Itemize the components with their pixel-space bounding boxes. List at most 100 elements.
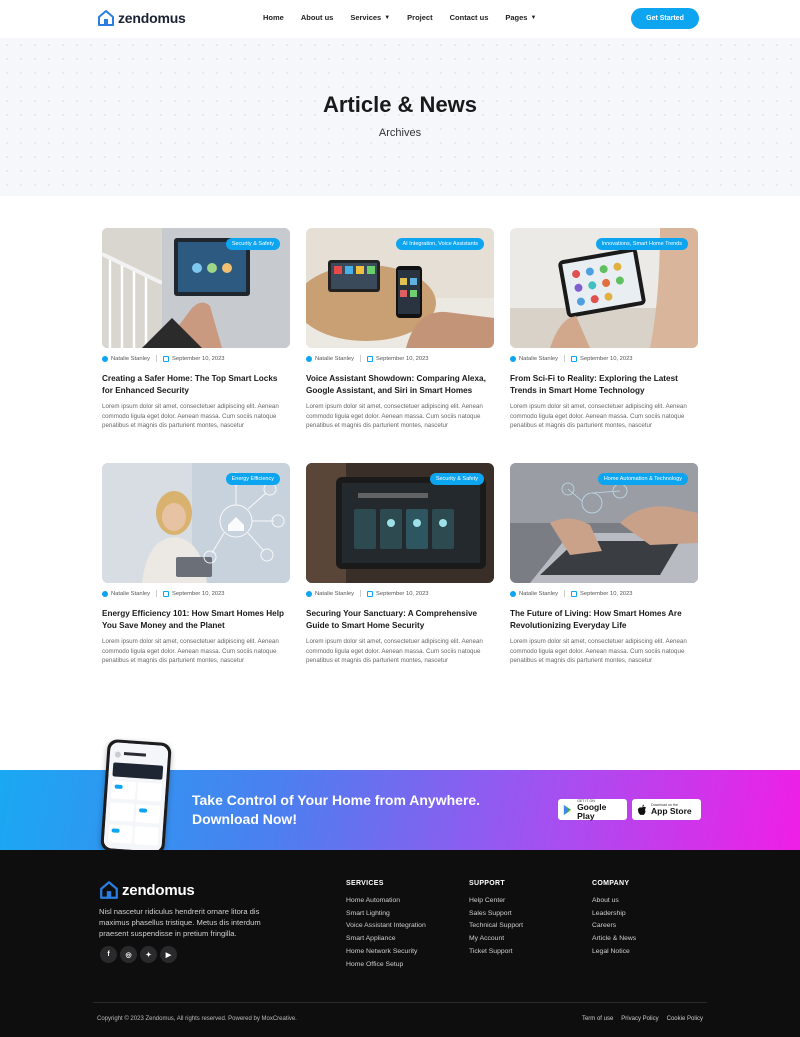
privacy-policy-link[interactable]: Privacy Policy xyxy=(621,1016,658,1022)
post-author[interactable]: Natalie Stanley xyxy=(315,591,354,597)
post-date[interactable]: September 10, 2023 xyxy=(376,356,429,362)
post-thumbnail[interactable]: Security & Safety xyxy=(306,463,494,583)
post-author[interactable]: Natalie Stanley xyxy=(519,591,558,597)
footer-link[interactable]: Leadership xyxy=(592,908,636,921)
footer-link[interactable]: Home Automation xyxy=(346,895,426,908)
footer-link[interactable]: Smart Appliance xyxy=(346,933,426,946)
term-of-use-link[interactable]: Term of use xyxy=(582,1016,613,1022)
nav-item-home[interactable]: Home xyxy=(263,13,284,22)
apple-icon xyxy=(638,804,646,815)
house-logo-icon xyxy=(98,10,114,26)
site-header: zendomus Home About us Services ▼ Project… xyxy=(0,0,800,38)
footer-link[interactable]: Help Center xyxy=(469,895,523,908)
verified-icon xyxy=(306,590,312,597)
footer-link[interactable]: Technical Support xyxy=(469,920,523,933)
footer-link[interactable]: Careers xyxy=(592,920,636,933)
cookie-policy-link[interactable]: Cookie Policy xyxy=(667,1016,703,1022)
page-subtitle: Archives xyxy=(378,127,422,139)
footer-description: Nisl nascetur ridiculus hendrerit ornare… xyxy=(99,907,261,938)
post-author[interactable]: Natalie Stanley xyxy=(111,591,150,597)
footer-link[interactable]: Legal Notice xyxy=(592,946,636,959)
app-ui-illustration xyxy=(103,742,169,852)
chevron-down-icon: ▼ xyxy=(530,14,537,21)
post-excerpt: Lorem ipsum dolor sit amet, consectetuer… xyxy=(102,403,279,430)
post-meta: Natalie Stanley September 10, 2023 xyxy=(510,355,633,362)
nav-item-project[interactable]: Project xyxy=(407,13,432,22)
post-meta: Natalie Stanley September 10, 2023 xyxy=(306,355,429,362)
category-badge[interactable]: Energy Efficiency xyxy=(225,473,280,485)
post-meta: Natalie Stanley September 10, 2023 xyxy=(510,590,633,597)
category-badge[interactable]: AI Integration, Voice Assistants xyxy=(396,238,484,250)
post-excerpt: Lorem ipsum dolor sit amet, consectetuer… xyxy=(306,638,483,665)
post-card[interactable]: Security & Safety Natalie Stanley Septem… xyxy=(102,228,290,429)
verified-icon xyxy=(510,355,516,362)
footer-column-services: SERVICES Home Automation Smart Lighting … xyxy=(346,880,426,971)
post-thumbnail[interactable]: Innovations, Smart Home Trends xyxy=(510,228,698,348)
post-date[interactable]: September 10, 2023 xyxy=(172,591,225,597)
post-title[interactable]: Energy Efficiency 101: How Smart Homes H… xyxy=(102,608,290,631)
footer-link[interactable]: About us xyxy=(592,895,636,908)
post-author[interactable]: Natalie Stanley xyxy=(315,356,354,362)
post-card[interactable]: AI Integration, Voice Assistants Natalie… xyxy=(306,228,494,429)
post-date[interactable]: September 10, 2023 xyxy=(580,591,633,597)
calendar-icon xyxy=(163,355,169,362)
footer-link[interactable]: Voice Assistant Integration xyxy=(346,920,426,933)
post-date[interactable]: September 10, 2023 xyxy=(172,356,225,362)
post-excerpt: Lorem ipsum dolor sit amet, consectetuer… xyxy=(510,403,687,430)
category-badge[interactable]: Security & Safety xyxy=(429,473,484,485)
meta-divider xyxy=(360,355,361,362)
calendar-icon xyxy=(367,355,373,362)
footer-link[interactable]: Home Network Security xyxy=(346,946,426,959)
google-play-button[interactable]: GET IT ON Google Play xyxy=(558,799,627,820)
footer-logo[interactable]: zendomus xyxy=(99,880,195,900)
nav-item-services[interactable]: Services ▼ xyxy=(350,13,390,22)
footer-link[interactable]: My Account xyxy=(469,933,523,946)
post-card[interactable]: Innovations, Smart Home Trends Natalie S… xyxy=(510,228,698,429)
post-date[interactable]: September 10, 2023 xyxy=(376,591,429,597)
footer-column-support: SUPPORT Help Center Sales Support Techni… xyxy=(469,880,523,959)
post-card[interactable]: Security & Safety Natalie Stanley Septem… xyxy=(306,463,494,664)
post-date[interactable]: September 10, 2023 xyxy=(580,356,633,362)
post-title[interactable]: Securing Your Sanctuary: A Comprehensive… xyxy=(306,608,494,631)
post-title[interactable]: Voice Assistant Showdown: Comparing Alex… xyxy=(306,373,494,396)
footer-link[interactable]: Smart Lighting xyxy=(346,908,426,921)
post-card[interactable]: Home Automation & Technology Natalie Sta… xyxy=(510,463,698,664)
post-author[interactable]: Natalie Stanley xyxy=(519,356,558,362)
page-title: Article & News xyxy=(322,92,478,117)
post-excerpt: Lorem ipsum dolor sit amet, consectetuer… xyxy=(306,403,483,430)
youtube-icon[interactable]: ▶ xyxy=(160,946,177,963)
category-badge[interactable]: Home Automation & Technology xyxy=(597,473,688,485)
meta-divider xyxy=(360,590,361,597)
footer-link[interactable]: Article & News xyxy=(592,933,636,946)
post-thumbnail[interactable]: Energy Efficiency xyxy=(102,463,290,583)
post-meta: Natalie Stanley September 10, 2023 xyxy=(102,590,225,597)
nav-item-about[interactable]: About us xyxy=(301,13,334,22)
post-excerpt: Lorem ipsum dolor sit amet, consectetuer… xyxy=(510,638,687,665)
post-thumbnail[interactable]: AI Integration, Voice Assistants xyxy=(306,228,494,348)
logo[interactable]: zendomus xyxy=(97,9,186,27)
post-author[interactable]: Natalie Stanley xyxy=(111,356,150,362)
post-title[interactable]: The Future of Living: How Smart Homes Ar… xyxy=(510,608,698,631)
instagram-icon[interactable]: ◎ xyxy=(120,946,137,963)
post-thumbnail[interactable]: Home Automation & Technology xyxy=(510,463,698,583)
footer-link[interactable]: Ticket Support xyxy=(469,946,523,959)
meta-divider xyxy=(156,355,157,362)
footer-divider xyxy=(93,1002,707,1003)
get-started-button[interactable]: Get Started xyxy=(631,8,699,29)
post-title[interactable]: From Sci-Fi to Reality: Exploring the La… xyxy=(510,373,698,396)
post-title[interactable]: Creating a Safer Home: The Top Smart Loc… xyxy=(102,373,290,396)
twitter-icon[interactable]: ✦ xyxy=(140,946,157,963)
footer-link[interactable]: Sales Support xyxy=(469,908,523,921)
post-thumbnail[interactable]: Security & Safety xyxy=(102,228,290,348)
calendar-icon xyxy=(571,355,577,362)
app-store-button[interactable]: Download on the App Store xyxy=(632,799,701,820)
post-card[interactable]: Energy Efficiency Natalie Stanley Septem… xyxy=(102,463,290,664)
nav-item-pages[interactable]: Pages ▼ xyxy=(505,13,536,22)
category-badge[interactable]: Security & Safety xyxy=(225,238,280,250)
facebook-icon[interactable]: f xyxy=(100,946,117,963)
nav-item-contact[interactable]: Contact us xyxy=(450,13,489,22)
footer-link[interactable]: Home Office Setup xyxy=(346,959,426,972)
banner-heading: Take Control of Your Home from Anywhere.… xyxy=(192,792,481,827)
category-badge[interactable]: Innovations, Smart Home Trends xyxy=(595,238,688,250)
site-footer: zendomus Nisl nascetur ridiculus hendrer… xyxy=(0,850,800,1037)
